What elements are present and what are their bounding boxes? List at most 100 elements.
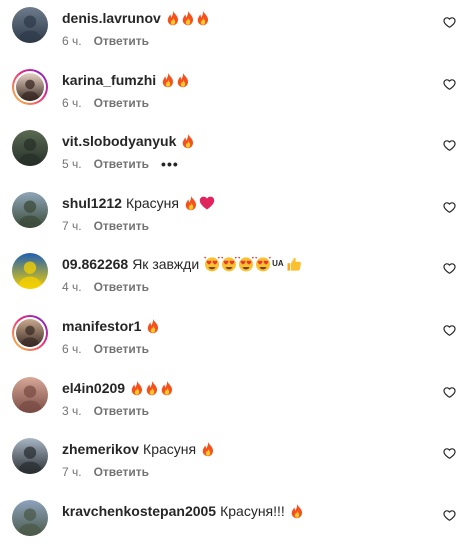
more-options-button[interactable]: •••: [161, 157, 179, 171]
reply-button[interactable]: Ответить: [94, 465, 149, 479]
fire-emoji-icon: [180, 10, 195, 26]
comment-body-text: Як завжди: [132, 256, 200, 272]
comment-item: zhemerikov Красуня 7 ч. Ответить: [0, 431, 464, 491]
comment-item: el4in0209 3 ч. Ответить: [0, 370, 464, 430]
comment-timestamp[interactable]: 5 ч.: [62, 157, 82, 171]
avatar[interactable]: [12, 253, 48, 289]
comment-username[interactable]: karina_fumzhi: [62, 71, 156, 89]
avatar[interactable]: [12, 315, 48, 351]
reply-button[interactable]: Ответить: [94, 219, 149, 233]
comment-body: Як завжди UA: [132, 255, 302, 273]
comment-body: Красуня: [143, 440, 215, 458]
comment-timestamp[interactable]: 4 ч.: [62, 280, 82, 294]
comment-item: 09.862268 Як завжди UA 4 ч. Ответить: [0, 246, 464, 306]
comment-timestamp[interactable]: 3 ч.: [62, 404, 82, 418]
fire-emoji-icon: [289, 503, 304, 519]
avatar-photo: [12, 253, 48, 289]
comment-text-line: zhemerikov Красуня: [62, 440, 215, 458]
comment-item: karina_fumzhi 6 ч. Ответить: [0, 62, 464, 122]
reply-button[interactable]: Ответить: [94, 96, 149, 110]
comment-meta: 6 ч. Ответить: [62, 342, 149, 356]
comment-timestamp[interactable]: 6 ч.: [62, 96, 82, 110]
like-heart-icon[interactable]: [443, 139, 456, 152]
comment-body: [180, 133, 195, 149]
comment-timestamp[interactable]: 6 ч.: [62, 34, 82, 48]
avatar-photo: [12, 438, 48, 474]
comment-text-line: denis.lavrunov: [62, 9, 210, 27]
fire-emoji-icon: [200, 441, 215, 457]
avatar-frame: [14, 71, 46, 103]
comment-username[interactable]: el4in0209: [62, 379, 125, 397]
comment-text-line: 09.862268 Як завжди UA: [62, 255, 302, 273]
comment-body: [165, 10, 210, 26]
comment-meta: 5 ч. Ответить •••: [62, 157, 179, 171]
comment-item: kravchenkostepan2005 Красуня!!!: [0, 493, 464, 553]
avatar[interactable]: [12, 7, 48, 43]
fire-emoji-icon: [159, 380, 174, 396]
comment-timestamp[interactable]: 6 ч.: [62, 342, 82, 356]
like-heart-icon[interactable]: [443, 386, 456, 399]
avatar-photo: [12, 377, 48, 413]
avatar[interactable]: [12, 377, 48, 413]
fire-emoji-icon: [145, 318, 160, 334]
comment-item: manifestor1 6 ч. Ответить: [0, 308, 464, 368]
comment-text-line: vit.slobodyanyuk: [62, 132, 195, 150]
like-heart-icon[interactable]: [443, 16, 456, 29]
heart-emoji-icon: [198, 195, 215, 211]
comment-body: Красуня!!!: [220, 502, 304, 520]
comment-meta: 6 ч. Ответить: [62, 96, 149, 110]
smile-hearts-emoji-icon: [203, 256, 220, 272]
comment-body-text: Красуня: [125, 195, 179, 211]
like-heart-icon[interactable]: [443, 78, 456, 91]
comment-item: shul1212 Красуня 7 ч. Ответить: [0, 185, 464, 245]
comment-meta: 6 ч. Ответить: [62, 34, 149, 48]
fire-emoji-icon: [195, 10, 210, 26]
fire-emoji-icon: [160, 72, 175, 88]
comment-timestamp[interactable]: 7 ч.: [62, 465, 82, 479]
avatar[interactable]: [12, 69, 48, 105]
comment-meta: 7 ч. Ответить: [62, 219, 149, 233]
comment-meta: 7 ч. Ответить: [62, 465, 149, 479]
avatar[interactable]: [12, 438, 48, 474]
avatar[interactable]: [12, 192, 48, 228]
fire-emoji-icon: [175, 72, 190, 88]
comment-username[interactable]: shul1212: [62, 194, 122, 212]
avatar-photo: [16, 319, 44, 347]
avatar[interactable]: [12, 130, 48, 166]
comment-username[interactable]: kravchenkostepan2005: [62, 502, 216, 520]
like-heart-icon[interactable]: [443, 509, 456, 522]
comment-username[interactable]: 09.862268: [62, 255, 128, 273]
comment-text-line: shul1212 Красуня: [62, 194, 215, 212]
reply-button[interactable]: Ответить: [94, 34, 149, 48]
comment-text-line: el4in0209: [62, 379, 174, 397]
reply-button[interactable]: Ответить: [94, 280, 149, 294]
like-heart-icon[interactable]: [443, 324, 456, 337]
comment-item: denis.lavrunov 6 ч. Ответить: [0, 0, 464, 60]
reply-button[interactable]: Ответить: [94, 157, 149, 171]
comment-timestamp[interactable]: 7 ч.: [62, 219, 82, 233]
comment-meta: 4 ч. Ответить: [62, 280, 149, 294]
comment-body: [145, 318, 160, 334]
like-heart-icon[interactable]: [443, 201, 456, 214]
smile-hearts-emoji-icon: [237, 256, 254, 272]
comment-username[interactable]: zhemerikov: [62, 440, 139, 458]
comment-text-line: manifestor1: [62, 317, 160, 335]
comment-text-line: kravchenkostepan2005 Красуня!!!: [62, 502, 304, 520]
like-heart-icon[interactable]: [443, 447, 456, 460]
comment-username[interactable]: manifestor1: [62, 317, 141, 335]
avatar-photo: [12, 7, 48, 43]
comment-text-line: karina_fumzhi: [62, 71, 190, 89]
comment-body: [129, 380, 174, 396]
ua-flag-emoji: UA: [272, 259, 284, 268]
fire-emoji-icon: [180, 133, 195, 149]
comment-item: vit.slobodyanyuk 5 ч. Ответить •••: [0, 123, 464, 183]
reply-button[interactable]: Ответить: [94, 342, 149, 356]
comment-username[interactable]: vit.slobodyanyuk: [62, 132, 176, 150]
like-heart-icon[interactable]: [443, 262, 456, 275]
comment-body: [160, 72, 190, 88]
fire-emoji-icon: [129, 380, 144, 396]
comment-username[interactable]: denis.lavrunov: [62, 9, 161, 27]
avatar-frame: [14, 317, 46, 349]
reply-button[interactable]: Ответить: [94, 404, 149, 418]
comment-body-text: Красуня!!!: [220, 503, 285, 519]
